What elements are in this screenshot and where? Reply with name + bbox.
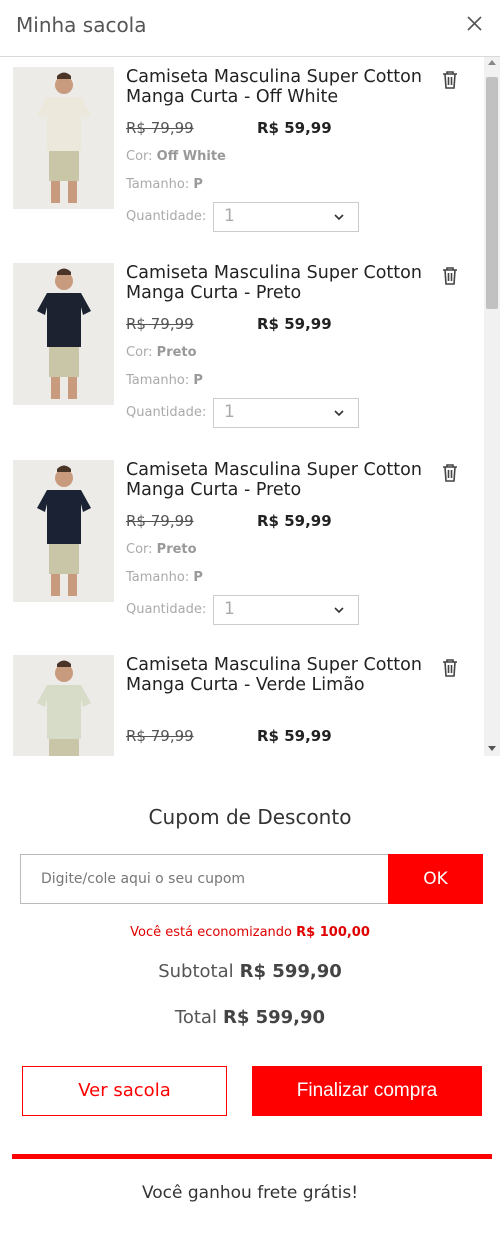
quantity-label: Quantidade: xyxy=(126,209,207,224)
sale-price: R$ 59,99 xyxy=(257,119,332,137)
product-image[interactable] xyxy=(13,263,114,405)
subtotal-value: R$ 599,90 xyxy=(239,961,342,982)
sale-price: R$ 59,99 xyxy=(257,315,332,333)
color-attribute: Cor: Off White xyxy=(126,149,226,164)
cart-item: Camiseta Masculina Super Cotton Manga Cu… xyxy=(0,649,484,756)
cart-item: Camiseta Masculina Super Cotton Manga Cu… xyxy=(0,454,484,650)
savings-message: Você está economizando R$ 100,00 xyxy=(0,925,500,940)
product-name[interactable]: Camiseta Masculina Super Cotton Manga Cu… xyxy=(126,655,431,695)
color-value: Preto xyxy=(156,345,197,360)
quantity-value: 1 xyxy=(224,402,235,422)
chevron-down-icon xyxy=(334,410,344,417)
original-price: R$ 79,99 xyxy=(126,315,194,333)
total-row: Total R$ 599,90 xyxy=(0,1007,500,1028)
size-value: P xyxy=(193,373,203,388)
product-image[interactable] xyxy=(13,67,114,209)
product-name[interactable]: Camiseta Masculina Super Cotton Manga Cu… xyxy=(126,67,431,107)
size-attribute: Tamanho: P xyxy=(126,570,203,585)
size-value: P xyxy=(193,177,203,192)
quantity-value: 1 xyxy=(224,206,235,226)
subtotal-row: Subtotal R$ 599,90 xyxy=(0,961,500,982)
size-label: Tamanho: xyxy=(126,373,190,388)
sale-price: R$ 59,99 xyxy=(257,727,332,745)
trash-icon[interactable] xyxy=(440,265,460,287)
original-price: R$ 79,99 xyxy=(126,119,194,137)
color-attribute: Cor: Preto xyxy=(126,345,197,360)
size-attribute: Tamanho: P xyxy=(126,177,203,192)
total-value: R$ 599,90 xyxy=(222,1007,326,1028)
product-name[interactable]: Camiseta Masculina Super Cotton Manga Cu… xyxy=(126,263,431,303)
savings-text: Você está economizando xyxy=(130,925,292,940)
free-shipping-message: Você ganhou frete grátis! xyxy=(141,1183,359,1203)
scroll-thumb[interactable] xyxy=(486,77,498,309)
free-shipping-progress-fill xyxy=(12,1154,492,1159)
trash-icon[interactable] xyxy=(440,462,460,484)
color-label: Cor: xyxy=(126,542,153,557)
quantity-label: Quantidade: xyxy=(126,602,207,617)
quantity-label: Quantidade: xyxy=(126,405,207,420)
cart-item: Camiseta Masculina Super Cotton Manga Cu… xyxy=(0,257,484,453)
trash-icon[interactable] xyxy=(440,657,460,679)
coupon-title: Cupom de Desconto xyxy=(148,805,352,829)
total-label: Total xyxy=(174,1007,217,1028)
cart-item-list[interactable]: Camiseta Masculina Super Cotton Manga Cu… xyxy=(0,57,500,756)
cart-title: Minha sacola xyxy=(16,13,147,37)
product-image[interactable] xyxy=(13,655,114,756)
sale-price: R$ 59,99 xyxy=(257,512,332,530)
scrollbar[interactable] xyxy=(484,57,500,756)
close-icon[interactable] xyxy=(462,10,488,36)
view-bag-button[interactable]: Ver sacola xyxy=(22,1066,227,1116)
product-name[interactable]: Camiseta Masculina Super Cotton Manga Cu… xyxy=(126,460,431,500)
color-attribute: Cor: Preto xyxy=(126,542,197,557)
size-value: P xyxy=(193,570,203,585)
chevron-down-icon xyxy=(334,214,344,221)
size-label: Tamanho: xyxy=(126,570,190,585)
chevron-down-icon xyxy=(334,607,344,614)
coupon-input[interactable] xyxy=(21,855,388,903)
cart-item: Camiseta Masculina Super Cotton Manga Cu… xyxy=(0,61,484,257)
subtotal-label: Subtotal xyxy=(158,961,234,982)
color-label: Cor: xyxy=(126,149,153,164)
size-label: Tamanho: xyxy=(126,177,190,192)
original-price: R$ 79,99 xyxy=(126,512,194,530)
quantity-select[interactable]: 1 xyxy=(213,595,359,625)
quantity-select[interactable]: 1 xyxy=(213,202,359,232)
savings-value: R$ 100,00 xyxy=(296,925,370,940)
color-label: Cor: xyxy=(126,345,153,360)
apply-coupon-button[interactable]: OK xyxy=(388,854,483,904)
cart-header: Minha sacola xyxy=(0,0,500,57)
quantity-select[interactable]: 1 xyxy=(213,398,359,428)
size-attribute: Tamanho: P xyxy=(126,373,203,388)
color-value: Off White xyxy=(156,149,226,164)
product-image[interactable] xyxy=(13,460,114,602)
original-price: R$ 79,99 xyxy=(126,727,194,745)
scroll-down-arrow-icon[interactable] xyxy=(488,746,496,751)
coupon-field[interactable] xyxy=(20,854,388,904)
checkout-button[interactable]: Finalizar compra xyxy=(252,1066,482,1116)
color-value: Preto xyxy=(156,542,197,557)
trash-icon[interactable] xyxy=(440,69,460,91)
quantity-value: 1 xyxy=(224,599,235,619)
scroll-up-arrow-icon[interactable] xyxy=(488,60,496,65)
free-shipping-progress xyxy=(12,1154,492,1159)
